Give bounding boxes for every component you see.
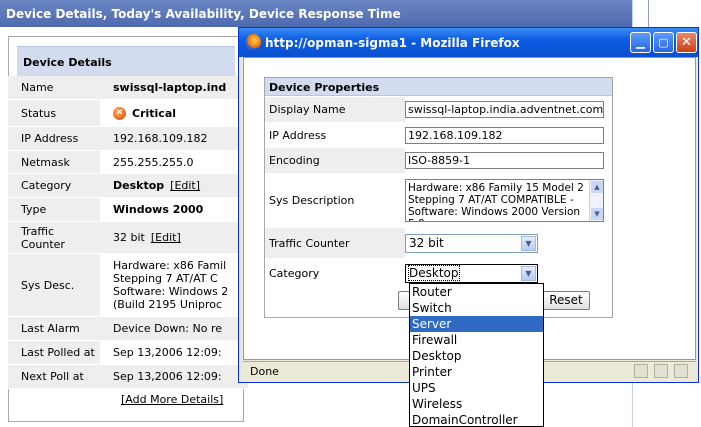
display-name-label: Display Name: [265, 97, 405, 122]
sys-description-row: Sys Description Hardware: x86 Family 15 …: [265, 173, 612, 228]
popup-blocker-icon: [654, 364, 668, 378]
row-value: Sep 13,2006 12:09:: [100, 365, 248, 388]
row-label: Last Polled at: [8, 341, 100, 364]
screen: Device Details, Today's Availability, De…: [0, 0, 701, 427]
traffic-value: 32 bit: [113, 231, 145, 244]
chevron-down-icon[interactable]: ▼: [521, 235, 536, 251]
encoding-label: Encoding: [265, 148, 405, 173]
reset-button[interactable]: Reset: [542, 291, 590, 310]
close-icon: ✕: [681, 35, 692, 50]
row-value: 32 bit [Edit]: [100, 222, 248, 253]
table-row: Last Alarm Device Down: No re: [8, 317, 248, 341]
encoding-row: Encoding ISO-8859-1: [265, 148, 612, 173]
row-value: Device Down: No re: [100, 317, 248, 340]
table-row: Sys Desc. Hardware: x86 Famil Stepping 7…: [8, 254, 248, 317]
dropdown-option-server[interactable]: Server: [410, 316, 543, 332]
encoding-input[interactable]: ISO-8859-1: [405, 152, 604, 169]
table-row: Type Windows 2000: [8, 198, 248, 222]
display-name-input[interactable]: swissql-laptop.india.adventnet.com: [405, 101, 604, 118]
device-details-title: Device Details: [17, 46, 235, 80]
table-row: Name swissql-laptop.ind: [8, 76, 248, 100]
sys-description-label: Sys Description: [269, 194, 355, 207]
dropdown-option-switch[interactable]: Switch: [410, 300, 543, 316]
section-header: Device Details, Today's Availability, De…: [0, 0, 632, 27]
scroll-up-icon[interactable]: ▲: [591, 181, 603, 193]
lock-icon: [634, 364, 648, 378]
edit-category-link[interactable]: [Edit]: [170, 179, 200, 192]
add-more-details-link[interactable]: [Add More Details]: [121, 393, 223, 406]
sidebar-divider: [648, 0, 649, 30]
textarea-scrollbar[interactable]: ▲ ▼: [589, 180, 603, 221]
add-more-details-text[interactable]: [Add More Details]: [121, 393, 223, 406]
scroll-down-icon[interactable]: ▼: [591, 208, 603, 220]
ip-address-row: IP Address 192.168.109.182: [265, 122, 612, 148]
firefox-logo-icon: [245, 34, 261, 50]
row-label: Sys Desc.: [8, 254, 100, 316]
table-row: Category Desktop [Edit]: [8, 174, 248, 198]
row-label: Category: [8, 174, 100, 197]
row-label: Next Poll at: [8, 365, 100, 388]
sys-description-text: Hardware: x86 Family 15 Model 2 Stepping…: [408, 182, 584, 221]
display-name-row: Display Name swissql-laptop.india.advent…: [265, 97, 612, 122]
minimize-icon: ▁: [636, 36, 645, 49]
critical-icon: ✕: [113, 106, 126, 120]
row-label: Type: [8, 198, 100, 221]
window-title: http://opman-sigma1 - Mozilla Firefox: [265, 36, 520, 50]
category-select[interactable]: Desktop ▼: [405, 263, 538, 283]
dropdown-option-ups[interactable]: UPS: [410, 380, 543, 396]
minimize-button[interactable]: ▁: [630, 32, 651, 53]
row-value: Desktop [Edit]: [100, 174, 248, 197]
row-label: Status: [8, 100, 100, 126]
row-value: swissql-laptop.ind: [100, 76, 248, 99]
category-value: Desktop: [408, 264, 460, 281]
row-label: Netmask: [8, 151, 100, 173]
table-row: IP Address 192.168.109.182: [8, 127, 248, 151]
maximize-icon: ▢: [658, 36, 669, 49]
device-properties-panel: Device Properties Display Name swissql-l…: [264, 77, 613, 318]
dropdown-option-firewall[interactable]: Firewall: [410, 332, 543, 348]
close-button[interactable]: ✕: [676, 32, 697, 53]
dropdown-option-desktop[interactable]: Desktop: [410, 348, 543, 364]
device-properties-title: Device Properties: [265, 78, 612, 96]
dropdown-option-printer[interactable]: Printer: [410, 364, 543, 380]
table-row: Last Polled at Sep 13,2006 12:09:: [8, 341, 248, 365]
category-dropdown-list[interactable]: Router Switch Server Firewall Desktop Printer…: [409, 283, 544, 427]
status-text: Critical: [132, 106, 177, 120]
status-text: Done: [250, 365, 279, 378]
sys-description-textarea[interactable]: Hardware: x86 Family 15 Model 2 Stepping…: [405, 179, 604, 222]
traffic-counter-select[interactable]: 32 bit ▼: [405, 233, 538, 253]
row-label: Name: [8, 76, 100, 99]
ip-address-label: IP Address: [269, 128, 327, 142]
activity-icon: [674, 364, 688, 378]
table-row: Status ✕ Critical: [8, 100, 248, 127]
row-label: Traffic Counter: [8, 222, 100, 253]
row-value: ✕ Critical: [100, 100, 248, 126]
table-row: Traffic Counter 32 bit [Edit]: [8, 222, 248, 254]
traffic-counter-value: 32 bit: [409, 235, 444, 250]
category-value: Desktop: [113, 179, 165, 192]
table-row: Netmask 255.255.255.0: [8, 151, 248, 174]
row-value: Sep 13,2006 12:09:: [100, 341, 248, 364]
dropdown-option-wireless[interactable]: Wireless: [410, 396, 543, 412]
row-value: Hardware: x86 Famil Stepping 7 AT/AT C S…: [100, 254, 248, 316]
row-label: Last Alarm: [8, 317, 100, 340]
row-value: 192.168.109.182: [100, 127, 248, 150]
ip-address-input[interactable]: 192.168.109.182: [405, 126, 604, 144]
maximize-button[interactable]: ▢: [653, 32, 674, 53]
row-value: 255.255.255.0: [100, 151, 248, 173]
traffic-counter-row: Traffic Counter 32 bit ▼: [265, 228, 612, 258]
table-row: Next Poll at Sep 13,2006 12:09:: [8, 365, 248, 389]
row-label: IP Address: [8, 127, 100, 150]
traffic-counter-label: Traffic Counter: [265, 228, 405, 258]
dropdown-option-domaincontroller[interactable]: DomainController: [410, 412, 543, 426]
chevron-down-icon[interactable]: ▼: [521, 265, 536, 281]
dropdown-option-router[interactable]: Router: [410, 284, 543, 300]
edit-traffic-link[interactable]: [Edit]: [151, 231, 181, 244]
row-value: Windows 2000: [100, 198, 248, 221]
category-label: Category: [269, 266, 320, 280]
device-details-table: Name swissql-laptop.ind Status ✕ Critica…: [8, 76, 248, 389]
